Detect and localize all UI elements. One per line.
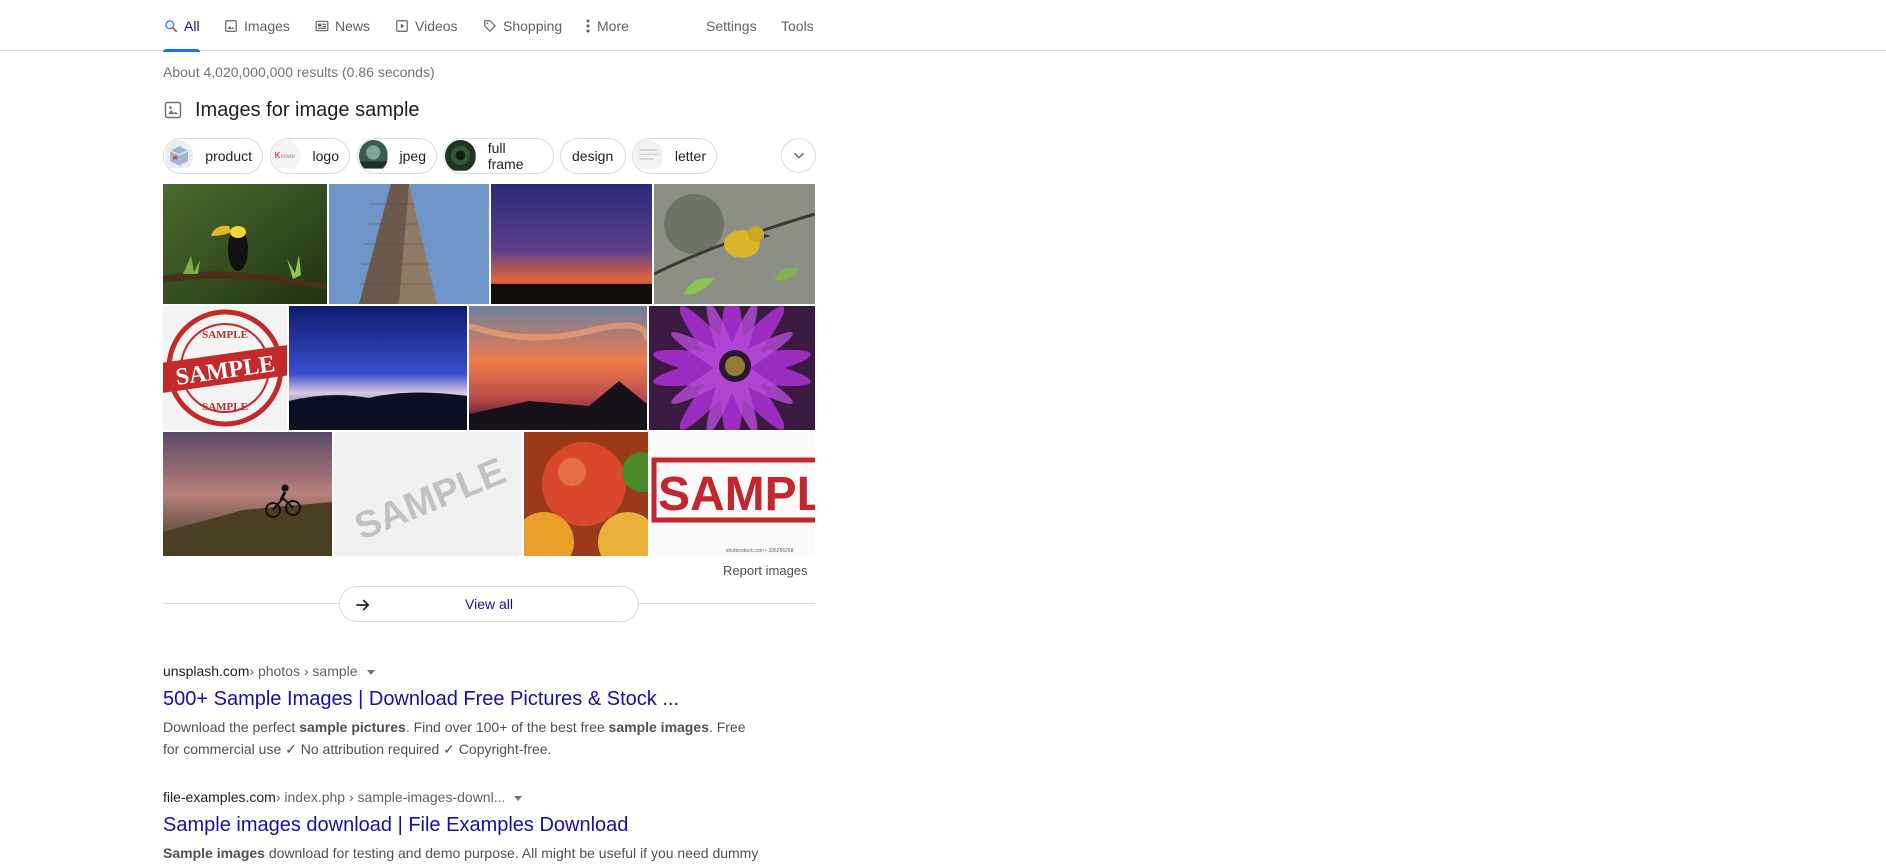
tab-label: All bbox=[184, 18, 200, 34]
tools-link[interactable]: Tools bbox=[781, 18, 814, 35]
chip-design[interactable]: design bbox=[560, 138, 626, 174]
image-result-mountain-biker[interactable] bbox=[163, 432, 332, 556]
result-title-link[interactable]: 500+ Sample Images | Download Free Pictu… bbox=[163, 686, 763, 712]
snippet-text: . Find over 100+ of the best free bbox=[405, 719, 609, 735]
image-result-sunset-horizon[interactable] bbox=[491, 184, 652, 304]
tab-shopping[interactable]: Shopping bbox=[482, 18, 562, 51]
chevron-down-icon bbox=[793, 152, 804, 158]
image-icon bbox=[164, 101, 182, 119]
chip-label: design bbox=[572, 148, 614, 164]
svg-text:K: K bbox=[275, 151, 281, 160]
stamp-bottom-text: SAMPLE bbox=[202, 401, 248, 413]
tab-label: Shopping bbox=[503, 18, 563, 34]
search-tabs-bar: All Images News Videos Shopping More Set… bbox=[0, 0, 1886, 52]
snippet-highlight: Sample images bbox=[163, 845, 265, 861]
chip-logo-text: kiwor bbox=[281, 153, 296, 160]
result-domain: unsplash.com bbox=[163, 663, 250, 679]
chip-thumbnail bbox=[165, 140, 194, 172]
image-result-toucan[interactable] bbox=[163, 184, 327, 304]
tab-images[interactable]: Images bbox=[223, 18, 290, 51]
result-breadcrumb: file-examples.com › index.php › sample-i… bbox=[163, 789, 763, 806]
view-all-button[interactable]: View all bbox=[339, 586, 639, 622]
search-result: file-examples.com › index.php › sample-i… bbox=[163, 789, 763, 864]
tag-icon bbox=[482, 18, 498, 34]
chip-thumbnail bbox=[359, 140, 388, 172]
chip-full-frame[interactable]: full frame bbox=[443, 138, 554, 174]
result-title-link[interactable]: Sample images download | File Examples D… bbox=[163, 812, 763, 838]
image-result-purple-flower[interactable] bbox=[649, 306, 815, 430]
tab-label: Videos bbox=[415, 18, 458, 34]
images-section-header: Images for image sample bbox=[163, 98, 420, 122]
tab-label: News bbox=[335, 18, 371, 34]
image-result-yellow-bird[interactable] bbox=[654, 184, 815, 304]
settings-link[interactable]: Settings bbox=[706, 18, 757, 35]
image-result-orange-sunset-mountain[interactable] bbox=[469, 306, 647, 430]
chip-jpeg[interactable]: jpeg bbox=[357, 138, 437, 174]
tab-news[interactable]: News bbox=[314, 18, 370, 51]
stamp-top-text: SAMPLE bbox=[202, 329, 248, 341]
snippet-text: Download the perfect bbox=[163, 719, 300, 735]
chip-product[interactable]: product bbox=[163, 138, 263, 174]
chip-label: letter bbox=[674, 148, 706, 164]
more-vert-icon bbox=[585, 18, 591, 34]
result-domain: file-examples.com bbox=[163, 789, 276, 805]
image-result-blue-dusk-lake[interactable] bbox=[289, 306, 467, 430]
snippet-highlight: sample images bbox=[608, 719, 709, 735]
image-result-flatiron-building[interactable] bbox=[329, 184, 489, 304]
chips-expand-button[interactable] bbox=[781, 138, 816, 173]
result-stats: About 4,020,000,000 results (0.86 second… bbox=[163, 64, 435, 80]
image-result-sample-stamp[interactable]: SAMPLE SAMPLE SAMPLE bbox=[163, 306, 287, 430]
chip-logo[interactable]: Kkiwor logo bbox=[270, 138, 350, 174]
result-breadcrumb: unsplash.com › photos › sample bbox=[163, 663, 763, 680]
snippet-text: download for testing and demo purpose. A… bbox=[264, 845, 759, 861]
chip-label: logo bbox=[312, 148, 339, 164]
tab-all[interactable]: All bbox=[163, 18, 200, 52]
result-path: › photos › sample bbox=[249, 663, 358, 679]
caret-down-icon[interactable] bbox=[513, 793, 523, 803]
search-icon bbox=[163, 18, 179, 34]
tab-more[interactable]: More bbox=[585, 18, 629, 51]
chip-thumbnail: Kkiwor bbox=[272, 140, 301, 172]
tab-label: More bbox=[597, 18, 629, 34]
chip-letter[interactable]: letter bbox=[632, 138, 717, 174]
stamp-text: SAMPLE bbox=[658, 468, 815, 521]
view-all-label: View all bbox=[465, 596, 513, 612]
tab-label: Images bbox=[244, 18, 290, 34]
image-icon bbox=[223, 18, 239, 34]
chip-label: full frame bbox=[487, 140, 524, 172]
stock-credit-text: shutterstock.com • 336256268 bbox=[726, 548, 794, 554]
video-icon bbox=[394, 18, 410, 34]
chip-thumbnail bbox=[445, 140, 476, 172]
snippet-highlight: sample pictures bbox=[299, 719, 406, 735]
chip-label: jpeg bbox=[399, 148, 426, 164]
chip-thumbnail bbox=[634, 140, 663, 172]
result-path: › index.php › sample-images-downl... bbox=[275, 789, 506, 805]
chip-label: product bbox=[205, 148, 252, 164]
search-result: unsplash.com › photos › sample 500+ Samp… bbox=[163, 663, 763, 760]
image-result-sample-red-stamp[interactable]: SAMPLE shutterstock.com • 336256268 bbox=[650, 432, 815, 556]
image-result-sample-watermark[interactable]: SAMPLE bbox=[334, 432, 522, 556]
report-images-link[interactable]: Report images bbox=[723, 563, 808, 579]
result-snippet: Sample images download for testing and d… bbox=[163, 842, 763, 864]
news-icon bbox=[314, 18, 330, 34]
image-result-apples[interactable] bbox=[524, 432, 648, 556]
tab-videos[interactable]: Videos bbox=[394, 18, 458, 51]
images-section-title: Images for image sample bbox=[195, 99, 420, 121]
caret-down-icon[interactable] bbox=[366, 667, 376, 677]
result-snippet: Download the perfect sample pictures. Fi… bbox=[163, 716, 763, 760]
